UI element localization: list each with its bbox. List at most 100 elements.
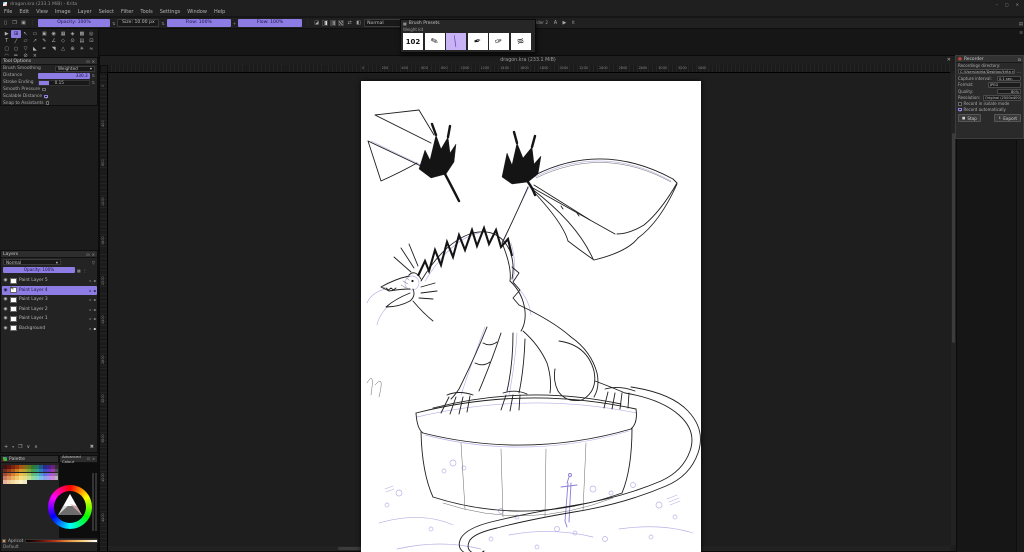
distance-spinner[interactable]: ⇅ — [92, 73, 95, 78]
tool-cell-r0c0[interactable]: ▶ — [2, 30, 11, 38]
swap-colors-icon[interactable]: ⇄ — [346, 20, 353, 27]
tool-cell-r2c4[interactable]: ✒ — [40, 45, 49, 53]
mirror-horizontal-icon[interactable]: A — [552, 20, 559, 27]
export-recording-button[interactable]: ↥ Export — [994, 114, 1021, 122]
distance-slider[interactable]: 330.3 — [37, 72, 90, 79]
tool-cell-r0c6[interactable]: ▦ — [58, 30, 67, 38]
open-document-icon[interactable]: ❐ — [11, 20, 18, 27]
duplicate-layer-button[interactable]: ❐ — [18, 444, 22, 450]
value-slider[interactable] — [91, 473, 94, 531]
opacity-slider[interactable]: Opacity: 100% — [38, 19, 110, 27]
snap-assistants-checkbox[interactable] — [45, 101, 50, 105]
saturation-slider[interactable] — [94, 473, 97, 531]
record-automatically-checkbox[interactable]: ✓ — [958, 107, 962, 112]
quality-input[interactable]: 80% — [997, 88, 1021, 94]
minimize-button[interactable]: – — [996, 2, 998, 7]
menu-settings[interactable]: Settings — [160, 9, 181, 15]
vertical-scrollbar-thumb[interactable] — [952, 133, 955, 343]
tool-cell-r1c4[interactable]: ✎ — [40, 38, 49, 46]
menu-file[interactable]: File — [4, 9, 12, 15]
save-document-icon[interactable]: ▣ — [20, 20, 27, 27]
float-docker-icon[interactable]: ⊡ — [86, 59, 89, 64]
move-layer-up-button[interactable]: ∧ — [34, 444, 38, 450]
tool-cell-r1c3[interactable]: ↗ — [30, 38, 39, 46]
maximize-button[interactable]: ▢ — [1005, 2, 1009, 7]
inherit-alpha-icon[interactable]: α — [89, 307, 92, 312]
tool-cell-r0c1[interactable]: ⊞ — [11, 30, 21, 38]
tool-cell-r1c0[interactable]: T — [2, 38, 11, 46]
menu-layer[interactable]: Layer — [78, 9, 92, 15]
close-docker-icon[interactable]: ✕ — [92, 252, 95, 257]
scalable-distance-checkbox[interactable]: ✓ — [44, 94, 48, 99]
docker-list-icon[interactable]: ▤ — [1019, 22, 1023, 27]
close-button[interactable]: ✕ — [1016, 2, 1019, 7]
brush-size-field[interactable]: Size: 10.00 px — [117, 19, 160, 27]
gradient-icon-2[interactable] — [330, 20, 337, 26]
wrap-around-icon[interactable]: lt — [570, 19, 577, 27]
stop-recording-button[interactable]: ■ Stop — [958, 114, 981, 122]
inherit-alpha-icon[interactable]: α — [89, 278, 92, 283]
lock-icon[interactable]: ▪ — [93, 297, 96, 302]
tool-cell-r2c6[interactable]: △ — [58, 45, 67, 53]
tool-cell-r1c8[interactable]: ▤ — [77, 38, 86, 46]
brush-preset-3[interactable]: ✒ — [467, 33, 488, 50]
tool-cell-r0c5[interactable]: ◉ — [49, 30, 58, 38]
flow-plus-icon[interactable]: + — [233, 21, 236, 26]
tool-cell-r0c7[interactable]: ◈ — [68, 30, 77, 38]
stroke-ending-slider[interactable]: 0.15 — [37, 79, 90, 86]
inherit-alpha-icon[interactable]: α — [89, 297, 92, 302]
hue-ring[interactable] — [48, 485, 92, 529]
layer-visibility-icon[interactable]: ◉ — [3, 326, 8, 331]
tool-cell-r1c7[interactable]: ⊙ — [68, 38, 77, 46]
brush-smoothing-dropdown[interactable]: Weighted ▾ — [55, 65, 95, 72]
menu-tools[interactable]: Tools — [140, 9, 152, 15]
flow-slider-2[interactable]: Flow: 100% — [238, 19, 303, 27]
brush-preset-1[interactable]: ✎ — [424, 33, 445, 50]
close-docker-icon[interactable]: ✕ — [92, 457, 95, 461]
layer-visibility-icon[interactable]: ◉ — [3, 288, 8, 293]
layer-row-paint-layer-4[interactable]: ◉ ✎ Paint Layer 4 α ▪ — [2, 285, 97, 295]
layer-filter-icon[interactable]: ▽ — [92, 260, 95, 265]
menu-filter[interactable]: Filter — [121, 9, 133, 15]
workspace-icon[interactable]: ◧ — [355, 20, 362, 27]
menu-image[interactable]: Image — [55, 9, 71, 15]
menu-edit[interactable]: Edit — [19, 9, 29, 15]
docker-menu-icon[interactable]: ≡ — [1019, 31, 1023, 36]
inherit-alpha-icon[interactable]: α — [89, 316, 92, 321]
menu-help[interactable]: Help — [214, 9, 225, 15]
lock-icon[interactable]: ▪ — [93, 326, 96, 331]
tool-cell-r2c5[interactable]: ◥ — [49, 45, 58, 53]
float-docker-icon[interactable]: ⊡ — [86, 252, 89, 257]
layer-row-paint-layer-5[interactable]: ◉ Paint Layer 5 α ▪ — [2, 276, 97, 286]
layer-grid-icon[interactable]: ▦ — [77, 268, 81, 273]
lock-icon[interactable]: ▪ — [93, 278, 96, 283]
tool-cell-r2c1[interactable]: ○ — [11, 45, 20, 53]
eraser-mode-icon[interactable]: ◪ — [313, 20, 320, 27]
layer-blending-dropdown[interactable]: Normal ▾ — [3, 259, 61, 265]
stroke-ending-spinner[interactable]: ⇅ — [92, 80, 95, 85]
menu-window[interactable]: Window — [187, 9, 207, 15]
resolution-dropdown[interactable]: Original (2500x4000) — [983, 95, 1021, 101]
layer-visibility-icon[interactable]: ◉ — [3, 297, 8, 302]
close-docker-icon[interactable]: ✕ — [92, 59, 95, 64]
tool-cell-r2c9[interactable]: ≈ — [87, 45, 96, 53]
layer-visibility-icon[interactable]: ◉ — [3, 316, 8, 321]
canvas[interactable] — [361, 81, 701, 552]
add-layer-arrow-icon[interactable]: ▾ — [12, 445, 14, 449]
tool-cell-r0c3[interactable]: ▭ — [30, 30, 39, 38]
menu-select[interactable]: Select — [99, 9, 114, 15]
add-layer-button[interactable]: + — [4, 444, 8, 450]
tool-cell-r1c1[interactable]: ╱ — [11, 38, 20, 46]
lock-icon[interactable]: ▪ — [93, 316, 96, 321]
brush-preset-5[interactable]: ≋ — [510, 33, 531, 50]
play-macro-icon[interactable]: ▶ — [561, 20, 568, 27]
layer-row-paint-layer-2[interactable]: ◉ Paint Layer 2 α ▪ — [2, 305, 97, 315]
tool-cell-r2c8[interactable]: ✳ — [77, 45, 86, 53]
layer-opacity-slider[interactable]: Opacity: 100% — [3, 267, 75, 273]
pattern-icon[interactable] — [338, 20, 345, 26]
capture-interval-input[interactable]: 0.1 sec. — [997, 75, 1021, 81]
layer-visibility-icon[interactable]: ◉ — [3, 278, 8, 283]
brush-preset-0[interactable]: 102 — [403, 33, 423, 50]
float-docker-icon[interactable]: ⊡ — [87, 457, 90, 461]
palette-swatch-55[interactable] — [54, 476, 59, 480]
